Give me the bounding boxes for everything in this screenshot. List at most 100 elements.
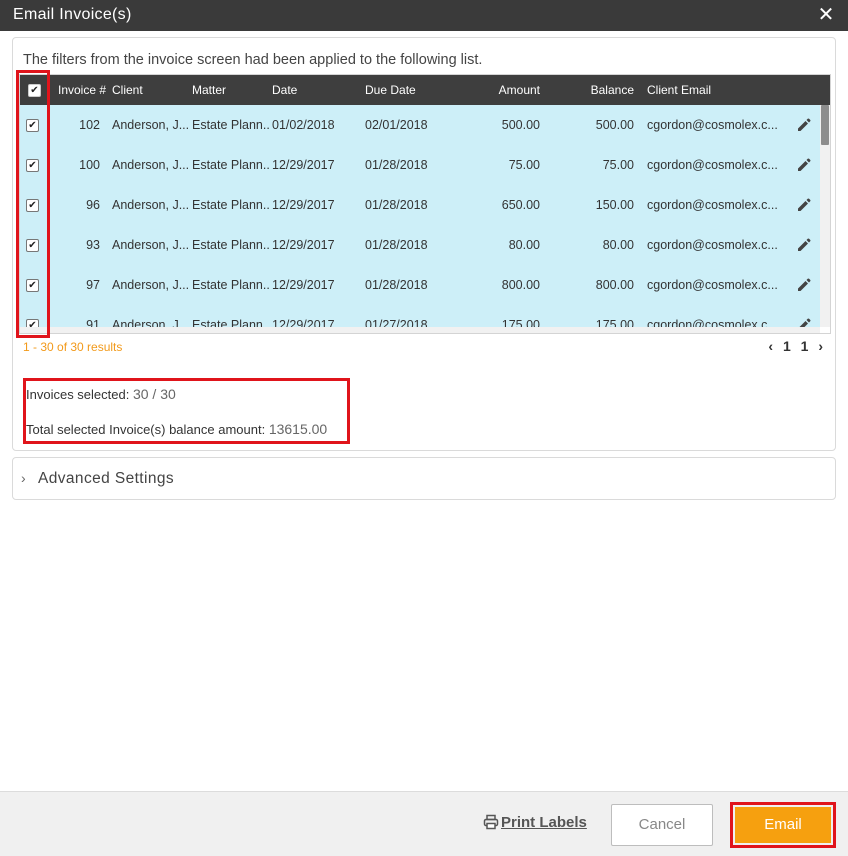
next-page-icon[interactable]: › bbox=[818, 338, 823, 354]
invoice-number: 100 bbox=[79, 158, 100, 172]
scrollbar-thumb[interactable] bbox=[821, 105, 829, 145]
invoice-list-panel: The filters from the invoice screen had … bbox=[12, 37, 836, 451]
chevron-right-icon: › bbox=[21, 470, 26, 486]
client-name: Anderson, J... bbox=[112, 158, 188, 172]
table-row[interactable]: ✔ 91 Anderson, J... Estate Plann... 12/2… bbox=[20, 305, 820, 327]
client-email: cgordon@cosmolex.c... bbox=[647, 318, 777, 327]
pencil-icon[interactable] bbox=[796, 197, 812, 213]
table-row[interactable]: ✔ 97 Anderson, J... Estate Plann... 12/2… bbox=[20, 265, 820, 305]
row-checkbox[interactable]: ✔ bbox=[26, 319, 39, 327]
amount: 650.00 bbox=[501, 198, 540, 212]
grid-vertical-scrollbar[interactable] bbox=[820, 105, 830, 327]
client-email: cgordon@cosmolex.c... bbox=[647, 118, 777, 132]
column-header-client[interactable]: Client bbox=[112, 75, 143, 105]
client-email: cgordon@cosmolex.c... bbox=[647, 238, 777, 252]
pencil-icon[interactable] bbox=[796, 157, 812, 173]
invoice-number: 93 bbox=[86, 238, 100, 252]
dialog-footer: Print Labels Cancel Email bbox=[0, 791, 848, 856]
invoice-number: 97 bbox=[86, 278, 100, 292]
current-page[interactable]: 1 bbox=[783, 338, 791, 354]
advanced-settings-section[interactable]: › Advanced Settings bbox=[12, 457, 836, 500]
invoices-selected-label: Invoices selected: bbox=[26, 387, 130, 402]
invoice-number: 96 bbox=[86, 198, 100, 212]
invoice-date: 12/29/2017 bbox=[272, 318, 335, 327]
matter-name: Estate Plann... bbox=[192, 198, 270, 212]
column-header-client-email[interactable]: Client Email bbox=[647, 75, 711, 105]
invoice-date: 12/29/2017 bbox=[272, 238, 335, 252]
amount: 75.00 bbox=[508, 158, 540, 172]
table-row[interactable]: ✔ 96 Anderson, J... Estate Plann... 12/2… bbox=[20, 185, 820, 225]
print-labels-link[interactable]: Print Labels bbox=[483, 814, 587, 831]
invoice-date: 12/29/2017 bbox=[272, 198, 335, 212]
previous-page-icon[interactable]: ‹ bbox=[768, 338, 773, 354]
column-header-invoice[interactable]: Invoice # bbox=[58, 75, 106, 105]
column-header-date[interactable]: Date bbox=[272, 75, 297, 105]
matter-name: Estate Plann... bbox=[192, 158, 270, 172]
client-name: Anderson, J... bbox=[112, 318, 188, 327]
row-checkbox[interactable]: ✔ bbox=[26, 119, 39, 132]
client-name: Anderson, J... bbox=[112, 278, 188, 292]
client-email: cgordon@cosmolex.c... bbox=[647, 278, 777, 292]
table-row[interactable]: ✔ 102 Anderson, J... Estate Plann... 01/… bbox=[20, 105, 820, 145]
filter-note: The filters from the invoice screen had … bbox=[23, 52, 483, 68]
selection-summary: Invoices selected: 30 / 30 Total selecte… bbox=[23, 378, 350, 444]
grid-body: ✔ 102 Anderson, J... Estate Plann... 01/… bbox=[20, 105, 820, 327]
balance: 500.00 bbox=[595, 118, 634, 132]
printer-icon bbox=[483, 814, 499, 830]
due-date: 01/28/2018 bbox=[365, 198, 428, 212]
invoices-selected-value: 30 / 30 bbox=[132, 386, 176, 402]
email-button[interactable]: Email bbox=[735, 807, 831, 843]
last-page[interactable]: 1 bbox=[801, 338, 809, 354]
amount: 175.00 bbox=[501, 318, 540, 327]
amount: 80.00 bbox=[508, 238, 540, 252]
pencil-icon[interactable] bbox=[796, 117, 812, 133]
pencil-icon[interactable] bbox=[796, 277, 812, 293]
invoice-date: 12/29/2017 bbox=[272, 158, 335, 172]
advanced-settings-label: Advanced Settings bbox=[38, 470, 175, 487]
row-checkbox[interactable]: ✔ bbox=[26, 159, 39, 172]
balance: 80.00 bbox=[602, 238, 634, 252]
due-date: 02/01/2018 bbox=[365, 118, 428, 132]
balance: 75.00 bbox=[602, 158, 634, 172]
client-name: Anderson, J... bbox=[112, 198, 188, 212]
close-icon[interactable]: ✕ bbox=[816, 5, 836, 25]
print-labels-text: Print Labels bbox=[501, 814, 587, 831]
balance: 175.00 bbox=[595, 318, 634, 327]
matter-name: Estate Plann... bbox=[192, 118, 270, 132]
due-date: 01/28/2018 bbox=[365, 238, 428, 252]
row-checkbox[interactable]: ✔ bbox=[26, 199, 39, 212]
cancel-button[interactable]: Cancel bbox=[611, 804, 713, 846]
table-row[interactable]: ✔ 100 Anderson, J... Estate Plann... 12/… bbox=[20, 145, 820, 185]
row-checkbox[interactable]: ✔ bbox=[26, 239, 39, 252]
matter-name: Estate Plann... bbox=[192, 278, 270, 292]
balance: 800.00 bbox=[595, 278, 634, 292]
matter-name: Estate Plann... bbox=[192, 238, 270, 252]
client-email: cgordon@cosmolex.c... bbox=[647, 198, 777, 212]
pager-nav: ‹ 1 1 › bbox=[762, 338, 823, 354]
client-name: Anderson, J... bbox=[112, 118, 188, 132]
matter-name: Estate Plann... bbox=[192, 318, 270, 327]
pencil-icon[interactable] bbox=[796, 237, 812, 253]
balance-total-label: Total selected Invoice(s) balance amount… bbox=[26, 422, 266, 437]
due-date: 01/28/2018 bbox=[365, 158, 428, 172]
row-checkbox[interactable]: ✔ bbox=[26, 279, 39, 292]
column-header-balance[interactable]: Balance bbox=[554, 75, 634, 105]
client-name: Anderson, J... bbox=[112, 238, 188, 252]
dialog-titlebar: Email Invoice(s) ✕ bbox=[0, 0, 848, 31]
column-header-due-date[interactable]: Due Date bbox=[365, 75, 416, 105]
select-all-checkbox[interactable]: ✔ bbox=[28, 84, 41, 97]
balance-total-value: 13615.00 bbox=[268, 421, 328, 437]
invoice-grid: ✔ Invoice # Client Matter Date Due Date … bbox=[19, 74, 831, 334]
grid-horizontal-scrollbar[interactable] bbox=[20, 327, 820, 333]
due-date: 01/27/2018 bbox=[365, 318, 428, 327]
dialog-title: Email Invoice(s) bbox=[13, 6, 132, 23]
column-header-amount[interactable]: Amount bbox=[460, 75, 540, 105]
pencil-icon[interactable] bbox=[796, 317, 812, 327]
invoice-date: 12/29/2017 bbox=[272, 278, 335, 292]
email-button-highlight: Email bbox=[730, 802, 836, 848]
table-row[interactable]: ✔ 93 Anderson, J... Estate Plann... 12/2… bbox=[20, 225, 820, 265]
column-header-matter[interactable]: Matter bbox=[192, 75, 226, 105]
balance: 150.00 bbox=[595, 198, 634, 212]
invoice-number: 102 bbox=[79, 118, 100, 132]
grid-header: ✔ Invoice # Client Matter Date Due Date … bbox=[20, 75, 830, 105]
